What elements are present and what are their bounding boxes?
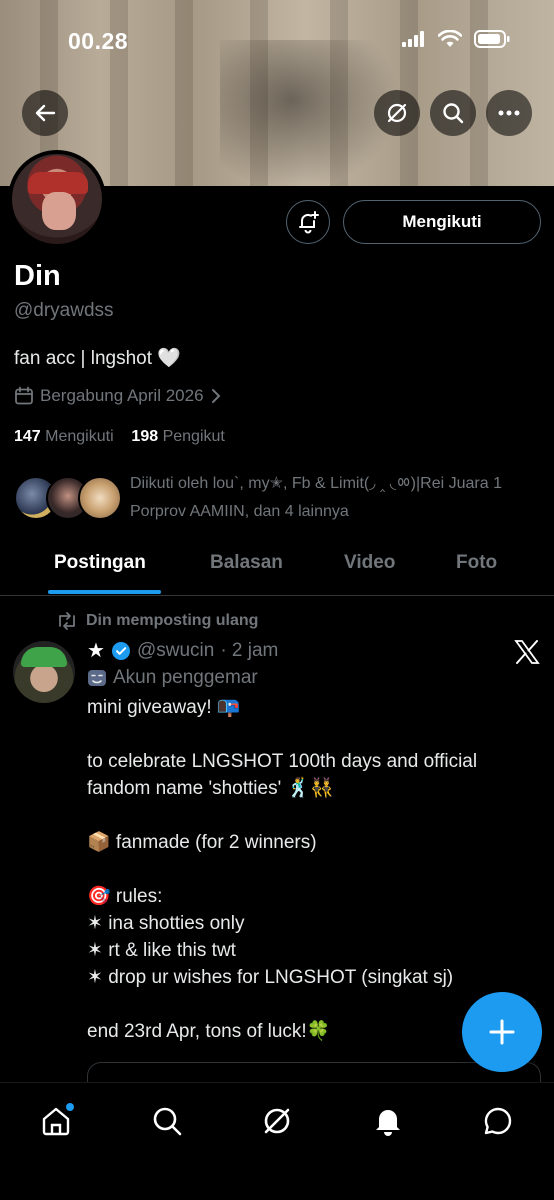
bottom-navigation [0, 1082, 554, 1200]
joined-date[interactable]: Bergabung April 2026 [14, 386, 222, 406]
profile-tabs: Postingan Balasan Video Foto [0, 540, 554, 596]
back-arrow-icon [35, 104, 56, 122]
more-button[interactable] [486, 90, 532, 136]
battery-icon [474, 30, 510, 48]
notification-add-icon [299, 211, 319, 234]
tab-foto[interactable]: Foto [456, 552, 497, 574]
x-logo-icon [514, 640, 540, 664]
notifications-icon [376, 1110, 400, 1136]
tab-video[interactable]: Video [344, 552, 395, 574]
repost-context[interactable]: Din memposting ulang [56, 612, 258, 630]
back-button[interactable] [22, 90, 68, 136]
grok-button[interactable] [374, 90, 420, 136]
profile-avatar[interactable] [8, 150, 106, 248]
follow-counts: 147 Mengikuti 198 Pengikut [14, 428, 225, 446]
tab-balasan[interactable]: Balasan [210, 552, 283, 574]
post-author-avatar[interactable] [13, 641, 75, 703]
nav-grok[interactable] [257, 1101, 297, 1141]
followed-by-avatars[interactable] [14, 476, 124, 522]
status-bar: 00.28 [0, 0, 554, 80]
nav-search[interactable] [147, 1101, 187, 1141]
grok-icon [264, 1108, 290, 1134]
post-source-logo [514, 640, 540, 669]
nav-messages[interactable] [478, 1101, 518, 1141]
search-icon [443, 103, 464, 124]
status-time: 00.28 [68, 28, 129, 54]
post-author-name[interactable]: ★ [87, 638, 105, 663]
profile-name: Din [14, 260, 61, 292]
fan-label-text: Akun penggemar [113, 667, 258, 688]
home-unread-dot [66, 1103, 74, 1111]
repost-label: Din memposting ulang [86, 612, 259, 629]
followed-by-text[interactable]: Diikuti oleh lou`, my✭, Fb & Limit(◞ ‸ ◟… [130, 470, 530, 526]
fan-account-label: Akun penggemar [87, 667, 258, 689]
post-header: ★ @swucin · 2 jam [87, 638, 278, 663]
profile-handle: @dryawdss [14, 300, 114, 321]
repost-icon [59, 612, 75, 630]
search-icon [153, 1107, 182, 1136]
notification-subscribe-button[interactable] [286, 200, 330, 244]
following-count: 147 [14, 428, 41, 445]
post-author-handle[interactable]: @swucin [137, 640, 214, 662]
nav-notifications[interactable] [368, 1101, 408, 1141]
followers-count: 198 [131, 428, 159, 445]
grok-icon [387, 103, 407, 123]
active-tab-indicator [48, 590, 161, 594]
tab-postingan[interactable]: Postingan [54, 552, 146, 574]
following-button[interactable]: Mengikuti [343, 200, 541, 244]
compose-button[interactable] [462, 992, 542, 1072]
more-icon [498, 110, 520, 116]
post-text: mini giveaway! 📭 to celebrate LNGSHOT 10… [87, 697, 478, 1042]
profile-bio: fan acc | lngshot 🤍 [14, 348, 181, 369]
wifi-icon [438, 30, 462, 47]
messages-icon [484, 1107, 512, 1135]
joined-label: Bergabung April 2026 [40, 386, 204, 405]
search-button[interactable] [430, 90, 476, 136]
mask-icon [88, 670, 106, 686]
calendar-icon [15, 386, 33, 405]
followers-link[interactable]: 198 Pengikut [131, 428, 224, 445]
signal-icon [402, 31, 424, 47]
nav-home[interactable] [36, 1101, 76, 1141]
following-link[interactable]: 147 Mengikuti [14, 428, 114, 445]
post-time: · 2 jam [220, 639, 279, 661]
verified-badge-icon [111, 641, 130, 660]
plus-icon [489, 1019, 515, 1045]
chevron-right-icon [211, 389, 220, 403]
